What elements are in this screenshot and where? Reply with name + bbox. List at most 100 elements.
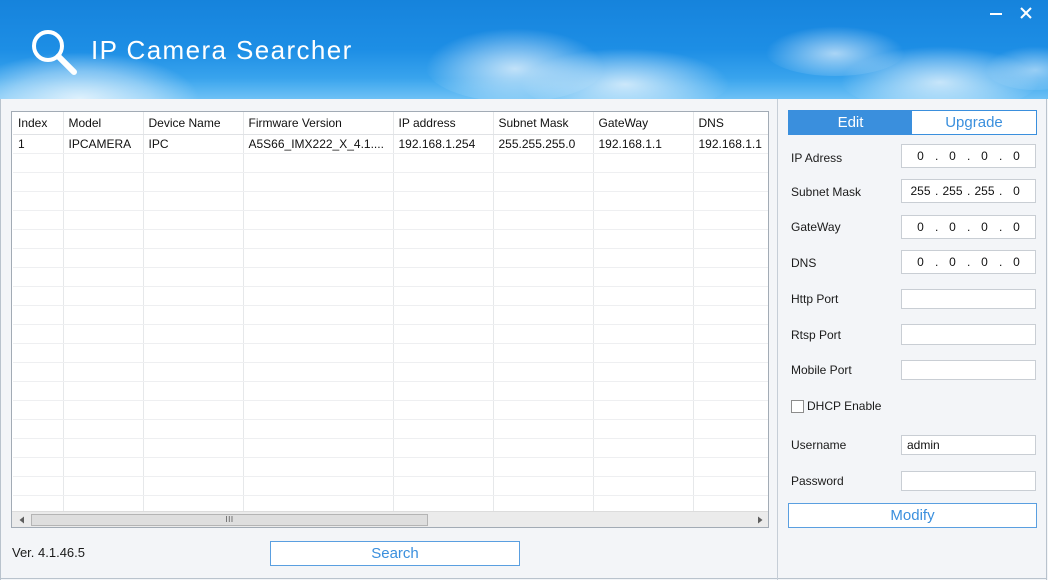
table-row-empty (13, 400, 768, 420)
table-cell-empty (493, 172, 594, 192)
dns-octet-4[interactable]: 0 (1002, 255, 1031, 269)
table-cell-firmware-version: A5S66_IMX222_X_4.1.... (243, 134, 394, 154)
dns-label: DNS (791, 256, 817, 270)
column-header-gateway[interactable]: GateWay (593, 112, 694, 135)
dns-field[interactable]: 0 . 0 . 0 . 0 (901, 250, 1036, 274)
table-cell-empty (593, 210, 694, 230)
column-header-dns[interactable]: DNS (693, 112, 768, 135)
table-row-empty (13, 172, 768, 192)
minimize-button[interactable] (985, 4, 1007, 24)
gateway-octet-1[interactable]: 0 (906, 220, 935, 234)
mobile-port-input[interactable] (901, 360, 1036, 380)
modify-button[interactable]: Modify (788, 503, 1037, 528)
table-cell-empty (493, 438, 594, 458)
password-input[interactable] (901, 471, 1036, 491)
table-cell-empty (493, 248, 594, 268)
table-cell-empty (63, 324, 144, 344)
subnet-mask-octet-3[interactable]: 255 (970, 184, 999, 198)
subnet-mask-octet-2[interactable]: 255 (938, 184, 967, 198)
device-table-viewport: Index Model Device Name Firmware Version… (13, 112, 768, 511)
dns-octet-1[interactable]: 0 (906, 255, 935, 269)
ip-address-octet-3[interactable]: 0 (970, 149, 999, 163)
table-row-empty (13, 229, 768, 249)
table-cell-empty (593, 362, 694, 382)
table-cell-empty (143, 210, 244, 230)
table-cell-empty (493, 267, 594, 287)
dhcp-label[interactable]: DHCP Enable (807, 399, 881, 413)
table-cell-empty (693, 495, 768, 511)
column-header-index[interactable]: Index (13, 112, 64, 135)
tab-edit[interactable]: Edit (789, 111, 912, 134)
banner-haze (0, 78, 1048, 99)
table-cell-empty (243, 267, 394, 287)
table-cell-empty (143, 267, 244, 287)
table-cell-empty (693, 419, 768, 439)
table-cell-empty (693, 191, 768, 211)
table-cell-empty (243, 457, 394, 477)
table-cell-empty (493, 400, 594, 420)
table-cell-empty (593, 153, 694, 173)
table-row[interactable]: 1 IPCAMERA IPC A5S66_IMX222_X_4.1.... 192.16… (13, 134, 768, 154)
dns-octet-3[interactable]: 0 (970, 255, 999, 269)
table-cell-empty (393, 400, 494, 420)
table-cell-empty (13, 419, 64, 439)
gateway-field[interactable]: 0 . 0 . 0 . 0 (901, 215, 1036, 239)
scrollbar-thumb[interactable]: III (31, 514, 428, 526)
username-input[interactable] (901, 435, 1036, 455)
table-cell-empty (693, 476, 768, 496)
table-row-empty (13, 457, 768, 477)
ip-address-field[interactable]: 0 . 0 . 0 . 0 (901, 144, 1036, 168)
table-cell-empty (393, 305, 494, 325)
search-button[interactable]: Search (270, 541, 520, 566)
column-header-device-name[interactable]: Device Name (143, 112, 244, 135)
arrow-right-icon[interactable] (755, 515, 765, 525)
gateway-octet-2[interactable]: 0 (938, 220, 967, 234)
magnifier-icon (32, 30, 77, 75)
subnet-mask-label: Subnet Mask (791, 185, 862, 199)
arrow-left-icon[interactable] (17, 515, 27, 525)
ip-address-octet-1[interactable]: 0 (906, 149, 935, 163)
table-cell-empty (593, 191, 694, 211)
panel-tabs: Edit Upgrade (788, 110, 1037, 135)
ip-address-octet-2[interactable]: 0 (938, 149, 967, 163)
table-row-empty (13, 153, 768, 173)
table-cell-empty (493, 286, 594, 306)
table-cell-subnet-mask: 255.255.255.0 (493, 134, 594, 154)
table-cell-empty (63, 267, 144, 287)
table-cell-empty (243, 153, 394, 173)
table-cell-empty (593, 419, 694, 439)
table-cell-empty (143, 229, 244, 249)
close-button[interactable] (1015, 4, 1037, 24)
column-header-subnet-mask[interactable]: Subnet Mask (493, 112, 594, 135)
column-header-model[interactable]: Model (63, 112, 144, 135)
close-icon (1020, 7, 1032, 19)
table-cell-empty (693, 267, 768, 287)
window-border-left (0, 99, 1, 580)
column-header-firmware-version[interactable]: Firmware Version (243, 112, 394, 135)
horizontal-scrollbar[interactable]: III (12, 511, 768, 527)
http-port-input[interactable] (901, 289, 1036, 309)
table-cell-empty (13, 229, 64, 249)
gateway-octet-4[interactable]: 0 (1002, 220, 1031, 234)
tab-upgrade[interactable]: Upgrade (912, 111, 1036, 134)
column-header-ip-address[interactable]: IP address (393, 112, 494, 135)
table-cell-empty (243, 191, 394, 211)
table-cell-empty (393, 210, 494, 230)
ip-address-octet-4[interactable]: 0 (1002, 149, 1031, 163)
table-cell-empty (63, 381, 144, 401)
table-cell-empty (243, 343, 394, 363)
table-cell-empty (243, 210, 394, 230)
dhcp-checkbox[interactable] (791, 400, 804, 413)
table-row-empty (13, 343, 768, 363)
rtsp-port-input[interactable] (901, 324, 1036, 345)
subnet-mask-octet-4[interactable]: 0 (1002, 184, 1031, 198)
table-cell-empty (693, 324, 768, 344)
subnet-mask-field[interactable]: 255 . 255 . 255 . 0 (901, 179, 1036, 203)
gateway-octet-3[interactable]: 0 (970, 220, 999, 234)
table-cell-empty (13, 381, 64, 401)
table-cell-empty (143, 153, 244, 173)
dns-octet-2[interactable]: 0 (938, 255, 967, 269)
subnet-mask-octet-1[interactable]: 255 (906, 184, 935, 198)
table-cell-device-name: IPC (143, 134, 244, 154)
table-cell-empty (243, 438, 394, 458)
